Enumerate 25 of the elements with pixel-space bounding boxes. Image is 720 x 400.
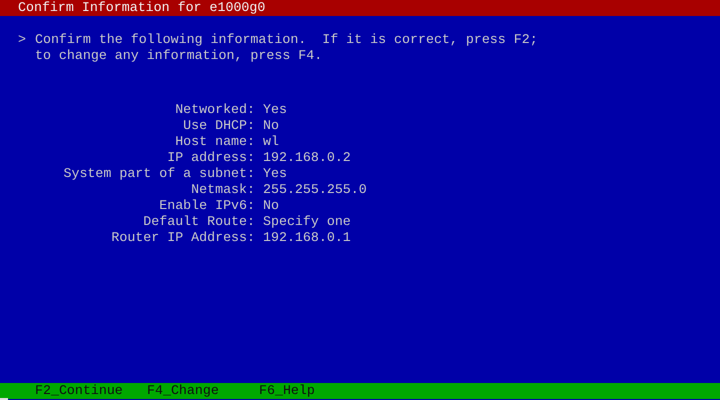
field-value: Specify one	[263, 214, 352, 230]
field-value: 255.255.255.0	[263, 182, 367, 198]
text-cursor	[0, 398, 8, 400]
field-label: Host name:	[174, 134, 255, 150]
field-label: IP address:	[166, 150, 255, 166]
field-label: Default Route:	[142, 214, 255, 230]
function-key-label[interactable]: F4_Change	[147, 383, 259, 399]
field-label: Netmask:	[190, 182, 255, 198]
field-value: 192.168.0.1	[263, 230, 352, 246]
field-value: 192.168.0.2	[263, 150, 352, 166]
prompt-marker: >	[18, 32, 26, 49]
field-value: wl	[263, 134, 280, 150]
field-value: Yes	[263, 166, 288, 182]
instruction-text: Confirm the following information. If it is correct, press F2; to change any information, press F4.	[34, 32, 538, 64]
field-label: Router IP Address:	[110, 230, 255, 246]
function-key-label[interactable]: F2_Continue	[35, 383, 147, 399]
function-key-label[interactable]: F6_Help	[259, 383, 315, 399]
field-label: Enable IPv6:	[158, 198, 255, 214]
field-label: Networked:	[174, 102, 255, 118]
field-label: System part of a subnet:	[62, 166, 255, 182]
window-title: Confirm Information for e1000g0	[18, 0, 266, 15]
field-value: No	[263, 198, 280, 214]
field-value: Yes	[263, 102, 288, 118]
field-label: Use DHCP:	[182, 118, 255, 134]
field-value: No	[263, 118, 280, 134]
